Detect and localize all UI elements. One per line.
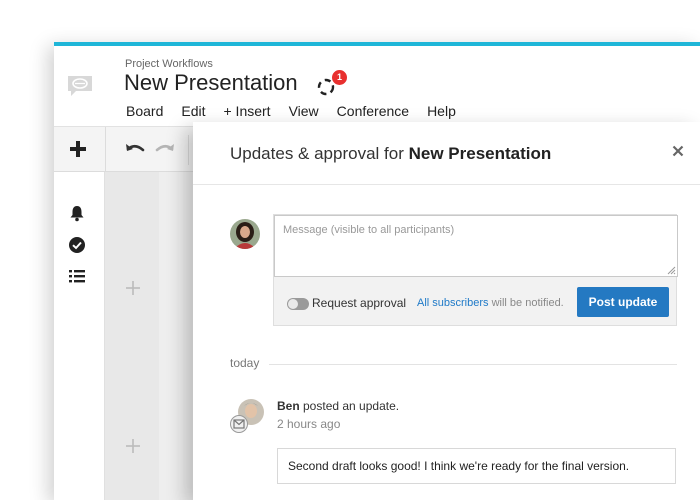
redo-icon[interactable]	[154, 141, 176, 159]
subscribers-link[interactable]: All subscribers	[417, 297, 489, 309]
add-card-icon[interactable]	[125, 438, 141, 454]
notify-suffix: will be notified.	[488, 297, 564, 309]
menu-view[interactable]: View	[289, 103, 319, 119]
toolbar-divider	[188, 135, 189, 165]
panel-title-name: New Presentation	[408, 144, 552, 163]
activity-summary: Ben posted an update.	[277, 399, 399, 413]
update-comment: Second draft looks good! I think we're r…	[277, 448, 676, 484]
plus-icon[interactable]	[68, 139, 88, 159]
activity-timestamp: 2 hours ago	[277, 417, 341, 431]
menu-bar: Board Edit + Insert View Conference Help	[126, 103, 474, 119]
author-avatar	[230, 399, 264, 433]
updates-panel: Updates & approval for New Presentation …	[193, 122, 700, 500]
message-input[interactable]	[274, 215, 678, 277]
notification-badge: 1	[332, 70, 347, 85]
panel-header: Updates & approval for New Presentation	[193, 122, 700, 185]
date-separator-line	[269, 364, 677, 365]
menu-board[interactable]: Board	[126, 103, 163, 119]
post-update-button[interactable]: Post update	[577, 287, 669, 317]
notify-text: All subscribers will be notified.	[417, 297, 564, 309]
breadcrumb[interactable]: Project Workflows	[125, 58, 213, 70]
update-composer: Request approval All subscribers will be…	[273, 214, 678, 326]
toolbar-divider	[105, 127, 106, 173]
panel-title-prefix: Updates & approval for	[230, 144, 409, 163]
resize-grip-icon[interactable]	[667, 266, 676, 275]
close-icon[interactable]	[671, 144, 685, 158]
activity-action: posted an update.	[299, 399, 400, 413]
panel-title: Updates & approval for New Presentation	[230, 144, 551, 164]
toggle-knob	[288, 299, 298, 309]
app-header: Project Workflows New Presentation 1 Boa…	[54, 46, 700, 126]
menu-edit[interactable]: Edit	[181, 103, 205, 119]
page-title[interactable]: New Presentation	[124, 70, 298, 96]
menu-conference[interactable]: Conference	[337, 103, 409, 119]
add-card-icon[interactable]	[125, 280, 141, 296]
avatar	[230, 219, 260, 249]
activity-author[interactable]: Ben	[277, 399, 300, 413]
date-separator-label: today	[230, 356, 260, 370]
chat-bubble-logo-icon[interactable]	[66, 74, 94, 98]
list-icon[interactable]	[68, 267, 86, 285]
sync-status[interactable]: 1	[316, 70, 350, 100]
check-circle-icon[interactable]	[68, 236, 86, 254]
request-approval-toggle[interactable]	[287, 298, 309, 310]
bell-icon[interactable]	[68, 204, 86, 222]
left-rail	[54, 172, 105, 500]
request-approval-label[interactable]: Request approval	[312, 296, 406, 310]
menu-help[interactable]: Help	[427, 103, 456, 119]
menu-insert[interactable]: + Insert	[223, 103, 270, 119]
undo-icon[interactable]	[124, 141, 146, 159]
